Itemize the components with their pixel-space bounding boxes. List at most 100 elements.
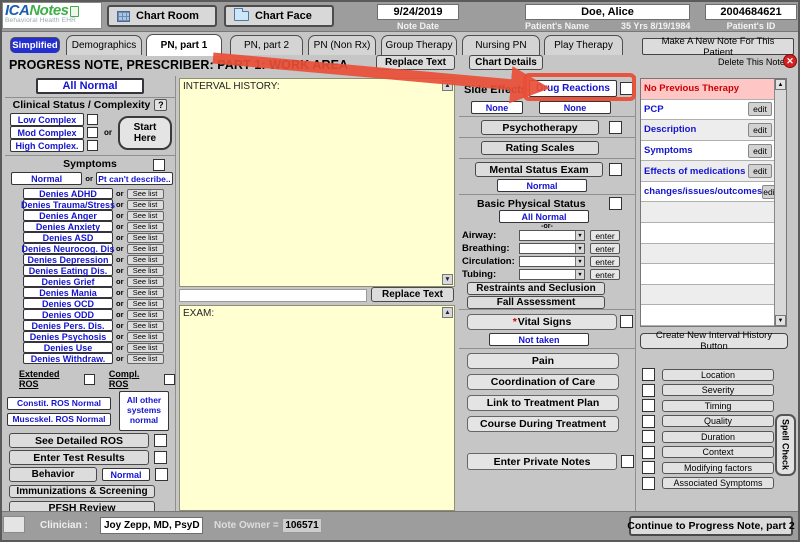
drug-reactions-button[interactable]: Drug Reactions: [529, 80, 617, 97]
see-list-button[interactable]: See list: [127, 222, 164, 232]
scroll-down-icon[interactable]: ▼: [775, 315, 786, 326]
chevron-down-icon[interactable]: ▼: [575, 257, 584, 266]
symptoms-normal-button[interactable]: Normal: [11, 172, 82, 185]
hpi-button[interactable]: Modifying factors: [662, 462, 774, 474]
chevron-down-icon[interactable]: ▼: [575, 244, 584, 253]
history-empty-row[interactable]: [641, 202, 774, 223]
chevron-down-icon[interactable]: ▼: [575, 231, 584, 240]
history-row[interactable]: Effects of medications edit: [641, 161, 774, 182]
denies-button[interactable]: Denies Anger: [23, 210, 113, 221]
coordination-of-care-button[interactable]: Coordination of Care: [467, 374, 619, 390]
chevron-down-icon[interactable]: ▼: [575, 270, 584, 279]
enter-button[interactable]: enter: [590, 230, 620, 241]
mse-normal-button[interactable]: Normal: [497, 179, 587, 192]
all-other-systems-button[interactable]: All other systems normal: [119, 391, 169, 431]
denies-button[interactable]: Denies Withdraw.: [23, 353, 113, 364]
extended-ros-link[interactable]: Extended ROS: [19, 369, 80, 389]
tab-nursing-pn[interactable]: Nursing PN: [462, 35, 540, 55]
constit-ros-normal-button[interactable]: Constit. ROS Normal: [7, 397, 111, 410]
history-empty-row[interactable]: [641, 223, 774, 244]
history-empty-row[interactable]: [641, 285, 774, 306]
symptoms-checkbox[interactable]: [153, 159, 165, 171]
psychotherapy-button[interactable]: Psychotherapy: [481, 120, 599, 135]
hpi-button[interactable]: Duration: [662, 431, 774, 443]
tab-group-therapy[interactable]: Group Therapy: [381, 35, 457, 55]
behavior-normal-button[interactable]: Normal: [102, 468, 150, 481]
hpi-checkbox[interactable]: [642, 461, 655, 474]
hpi-checkbox[interactable]: [642, 368, 655, 381]
see-list-button[interactable]: See list: [127, 189, 164, 199]
private-notes-checkbox[interactable]: [621, 455, 634, 468]
link-to-treatment-plan-button[interactable]: Link to Treatment Plan: [467, 395, 619, 411]
chart-details-button[interactable]: Chart Details: [469, 55, 543, 70]
pt-cant-describe-button[interactable]: Pt can't describe..: [96, 172, 173, 185]
tab-simplified[interactable]: Simplified: [10, 37, 60, 53]
mse-checkbox[interactable]: [609, 163, 622, 176]
hpi-button[interactable]: Timing: [662, 400, 774, 412]
see-list-button[interactable]: See list: [127, 233, 164, 243]
basic-physical-all-normal-button[interactable]: All Normal: [499, 210, 589, 223]
see-list-button[interactable]: See list: [127, 288, 164, 298]
enter-test-results-button[interactable]: Enter Test Results: [9, 450, 149, 465]
denies-button[interactable]: Denies Mania: [23, 287, 113, 298]
see-list-button[interactable]: See list: [127, 299, 164, 309]
enter-test-results-checkbox[interactable]: [154, 451, 167, 464]
continue-button[interactable]: Continue to Progress Note, part 2: [629, 516, 793, 536]
vitals-not-taken-button[interactable]: Not taken: [489, 333, 589, 346]
start-here-button[interactable]: Start Here: [118, 116, 172, 150]
history-row[interactable]: changes/issues/outcomes edit: [641, 182, 774, 203]
scroll-up-icon[interactable]: ▲: [442, 307, 453, 318]
complexity-checkbox[interactable]: [87, 114, 98, 125]
enter-button[interactable]: enter: [590, 269, 620, 280]
denies-button[interactable]: Denies Trauma/Stress: [23, 199, 113, 210]
fall-assessment-button[interactable]: Fall Assessment: [467, 296, 605, 309]
make-new-note-button[interactable]: Make A New Note For This Patient: [642, 38, 794, 55]
abc-field-select[interactable]: ▼: [519, 243, 585, 254]
scroll-up-icon[interactable]: ▲: [775, 79, 786, 90]
enter-private-notes-button[interactable]: Enter Private Notes: [467, 453, 617, 470]
history-empty-row[interactable]: [641, 244, 774, 265]
history-row[interactable]: Description edit: [641, 120, 774, 141]
abc-field-select[interactable]: ▼: [519, 256, 585, 267]
hpi-button[interactable]: Quality: [662, 415, 774, 427]
complexity-button[interactable]: High Complex.: [10, 139, 84, 152]
patient-name-value[interactable]: Doe, Alice: [525, 4, 690, 20]
edit-button[interactable]: edit: [748, 123, 772, 137]
see-list-button[interactable]: See list: [127, 321, 164, 331]
hpi-button[interactable]: Associated Symptoms: [662, 477, 774, 489]
abc-field-select[interactable]: ▼: [519, 269, 585, 280]
note-date-value[interactable]: 9/24/2019: [377, 4, 459, 20]
side-effects-none-button[interactable]: None: [471, 101, 523, 114]
side-effects-checkbox[interactable]: [620, 82, 633, 95]
vital-signs-checkbox[interactable]: [620, 315, 633, 328]
see-detailed-ros-checkbox[interactable]: [154, 434, 167, 447]
see-list-button[interactable]: See list: [127, 266, 164, 276]
spell-check-button[interactable]: Spell Check: [775, 414, 796, 476]
complexity-checkbox[interactable]: [87, 140, 98, 151]
see-detailed-ros-button[interactable]: See Detailed ROS: [9, 433, 149, 448]
hpi-checkbox[interactable]: [642, 384, 655, 397]
complexity-button[interactable]: Low Complex: [10, 113, 84, 126]
denies-button[interactable]: Denies ADHD: [23, 188, 113, 199]
immunizations-button[interactable]: Immunizations & Screening: [9, 485, 155, 498]
behavior-button[interactable]: Behavior: [9, 467, 97, 482]
hpi-checkbox[interactable]: [642, 477, 655, 490]
see-list-button[interactable]: See list: [127, 277, 164, 287]
see-list-button[interactable]: See list: [127, 200, 164, 210]
enter-button[interactable]: enter: [590, 243, 620, 254]
history-row[interactable]: PCP edit: [641, 100, 774, 121]
restraints-seclusion-button[interactable]: Restraints and Seclusion: [467, 282, 605, 295]
scroll-up-icon[interactable]: ▲: [442, 80, 453, 91]
see-list-button[interactable]: See list: [127, 343, 164, 353]
see-list-button[interactable]: See list: [127, 310, 164, 320]
enter-button[interactable]: enter: [590, 256, 620, 267]
abc-field-select[interactable]: ▼: [519, 230, 585, 241]
create-interval-history-button[interactable]: Create New Interval History Button: [640, 333, 788, 349]
delete-note-icon[interactable]: ✕: [783, 54, 797, 68]
rating-scales-button[interactable]: Rating Scales: [481, 141, 599, 155]
history-empty-row[interactable]: [641, 264, 774, 285]
hpi-checkbox[interactable]: [642, 399, 655, 412]
hpi-button[interactable]: Context: [662, 446, 774, 458]
history-row[interactable]: Symptoms edit: [641, 141, 774, 162]
tab-pn-part-2[interactable]: PN, part 2: [230, 35, 303, 55]
